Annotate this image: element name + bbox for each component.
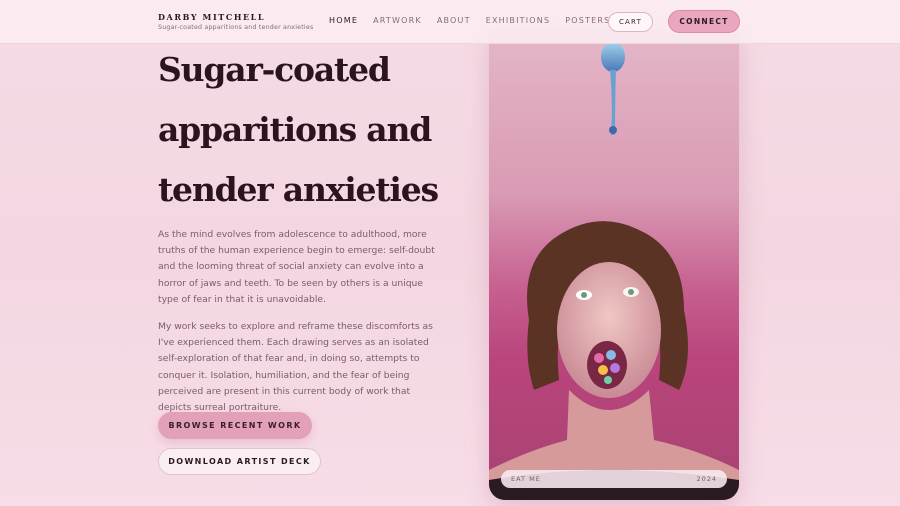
top-navigation: DARBY MITCHELL Sugar-coated apparitions … xyxy=(0,0,900,44)
spoon-shape xyxy=(601,42,625,135)
browse-recent-work-button[interactable]: BROWSE RECENT WORK xyxy=(158,412,312,439)
cart-button[interactable]: CART xyxy=(608,12,653,32)
download-artist-deck-button[interactable]: DOWNLOAD ARTIST DECK xyxy=(158,448,321,475)
headline-line-3: tender anxieties xyxy=(158,170,439,209)
nav-item-about[interactable]: ABOUT xyxy=(437,16,471,25)
headline-line-2: apparitions and xyxy=(158,110,432,149)
hero-headline: Sugar-coated apparitions and tender anxi… xyxy=(158,40,478,220)
headline-line-1: Sugar-coated xyxy=(158,50,391,89)
artwork-caption: EAT ME 2024 xyxy=(501,470,727,488)
nav-item-artwork[interactable]: ARTWORK xyxy=(373,16,422,25)
intro-paragraph-1: As the mind evolves from adolescence to … xyxy=(158,229,435,305)
nav-links: HOME ARTWORK ABOUT EXHIBITIONS POSTERS xyxy=(329,16,625,25)
nav-item-exhibitions[interactable]: EXHIBITIONS xyxy=(486,16,551,25)
featured-artwork-image[interactable]: EAT ME 2024 xyxy=(489,30,739,500)
connect-button[interactable]: CONNECT xyxy=(668,10,740,33)
intro-paragraph-2: My work seeks to explore and reframe the… xyxy=(158,321,433,414)
nav-item-posters[interactable]: POSTERS xyxy=(565,16,610,25)
brand-tagline: Sugar-coated apparitions and tender anxi… xyxy=(158,24,314,31)
artwork-year: 2024 xyxy=(696,475,717,483)
nav-item-home[interactable]: HOME xyxy=(329,16,358,25)
artwork-illustration xyxy=(489,42,739,500)
artwork-title: EAT ME xyxy=(511,475,541,483)
brand-name[interactable]: DARBY MITCHELL xyxy=(158,12,265,22)
